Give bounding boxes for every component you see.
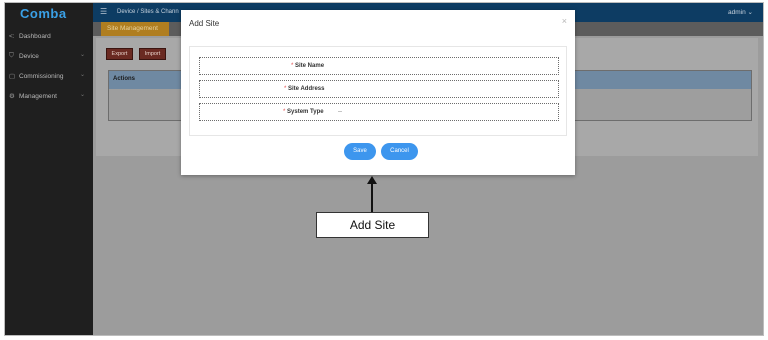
device-icon: ⛉ bbox=[9, 52, 14, 59]
dialog-title: Add Site bbox=[189, 19, 220, 28]
sidebar-item-label: Management bbox=[19, 92, 57, 100]
commissioning-icon: ▢ bbox=[9, 73, 16, 80]
sidebar-item-dashboard[interactable]: <: Dashboard bbox=[9, 29, 91, 43]
add-site-form: * Site Name * Site Address * System Type… bbox=[189, 46, 567, 136]
chevron-down-icon: ⌄ bbox=[79, 72, 85, 78]
menu-icon[interactable]: ☰ bbox=[100, 7, 107, 16]
gear-icon: ⚙ bbox=[9, 93, 15, 100]
add-site-dialog: Add Site × * Site Name * Site Address * … bbox=[181, 10, 575, 175]
system-type-select[interactable]: * System Type -- bbox=[199, 103, 559, 121]
breadcrumb: Device / Sites & Chann bbox=[117, 9, 179, 15]
sidebar-item-commissioning[interactable]: ▢ Commissioning ⌄ bbox=[9, 69, 91, 83]
chevron-down-icon: ⌄ bbox=[747, 9, 753, 16]
dashboard-icon: <: bbox=[9, 32, 15, 40]
sidebar-item-label: Commissioning bbox=[19, 72, 64, 80]
system-type-value: -- bbox=[338, 109, 342, 115]
chevron-down-icon: ⌄ bbox=[79, 92, 85, 98]
sidebar-item-device[interactable]: ⛉ Device ⌄ bbox=[9, 49, 91, 63]
annotation-callout: Add Site bbox=[316, 212, 429, 238]
field-label: Site Name bbox=[295, 63, 325, 69]
site-address-field[interactable]: * Site Address bbox=[199, 80, 559, 98]
tab-site-management[interactable]: Site Management bbox=[101, 22, 169, 36]
site-name-field[interactable]: * Site Name bbox=[199, 57, 559, 75]
close-icon[interactable]: × bbox=[562, 16, 567, 26]
field-label: Site Address bbox=[288, 86, 325, 92]
field-label: System Type bbox=[287, 109, 324, 115]
user-menu[interactable]: admin ⌄ bbox=[728, 8, 753, 16]
system-type-label: * System Type bbox=[283, 109, 324, 115]
sidebar-item-management[interactable]: ⚙ Management ⌄ bbox=[9, 89, 91, 103]
username: admin bbox=[728, 9, 746, 16]
sidebar: Comba <: Dashboard ⛉ Device ⌄ ▢ Commissi… bbox=[5, 3, 93, 335]
sidebar-item-label: Device bbox=[19, 52, 39, 60]
column-header-actions: Actions bbox=[113, 76, 136, 82]
save-button[interactable]: Save bbox=[344, 143, 376, 160]
site-address-label: * Site Address bbox=[284, 86, 324, 92]
annotation-arrow bbox=[371, 182, 373, 212]
logo: Comba bbox=[20, 6, 67, 21]
import-button[interactable]: Import bbox=[139, 48, 166, 60]
chevron-down-icon: ⌄ bbox=[79, 52, 85, 58]
sidebar-item-label: Dashboard bbox=[19, 32, 51, 40]
export-button[interactable]: Export bbox=[106, 48, 133, 60]
site-name-label: * Site Name bbox=[291, 63, 324, 69]
cancel-button[interactable]: Cancel bbox=[381, 143, 418, 160]
